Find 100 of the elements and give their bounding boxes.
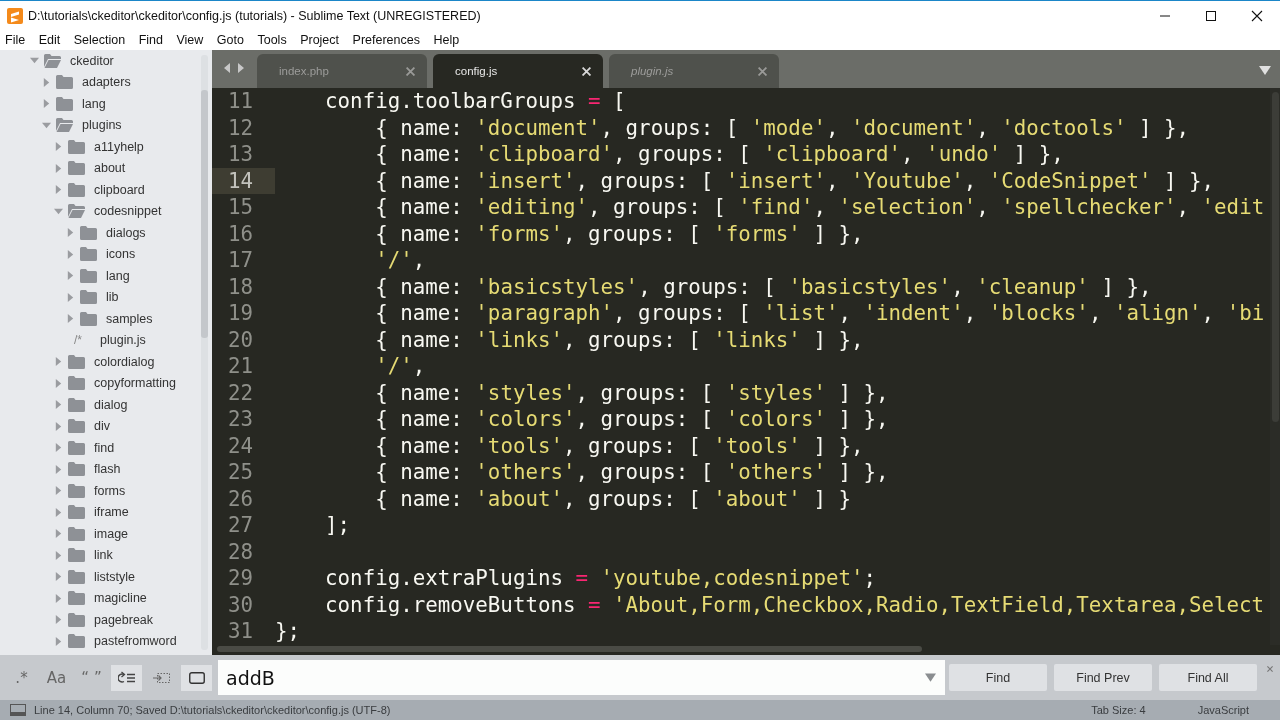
menu-item[interactable]: Help [433,33,460,47]
menu-item[interactable]: Selection [73,33,126,47]
tree-item[interactable]: codesnippet [0,200,212,222]
tree-item[interactable]: div [0,415,212,437]
menu-item[interactable]: Find [138,33,163,47]
collapsed-arrow-icon[interactable] [54,507,63,517]
open-folder-icon [56,118,73,133]
collapsed-arrow-icon[interactable] [54,400,63,410]
tree-item[interactable]: liststyle [0,566,212,588]
find-button[interactable]: Find All [1159,664,1257,691]
tree-item[interactable]: colordialog [0,351,212,373]
highlight-icon [188,671,205,684]
tab[interactable]: config.js [433,54,603,88]
folder-icon [56,75,73,90]
collapsed-arrow-icon[interactable] [66,271,75,281]
history-dropdown-button[interactable] [915,660,945,695]
tree-item[interactable]: magicline [0,587,212,609]
collapsed-arrow-icon[interactable] [54,593,63,603]
code-line: { name: 'clipboard', groups: [ 'clipboard', 'undo' ] }, [374,142,1064,167]
tree-item[interactable]: about [0,157,212,179]
tree-item[interactable]: forms [0,480,212,502]
tree-item[interactable]: icons [0,243,212,265]
collapsed-arrow-icon[interactable] [54,615,63,625]
collapsed-arrow-icon[interactable] [54,529,63,539]
find-field[interactable]: addB [218,660,915,695]
syntax-label[interactable]: JavaScript [1197,704,1249,716]
tree-item[interactable]: lang [0,93,212,115]
find-button[interactable]: Find [949,664,1047,691]
collapsed-arrow-icon[interactable] [54,163,63,173]
highlight-toggle[interactable] [181,664,212,691]
in-selection-icon [152,670,171,685]
code-line: { name: 'editing', groups: [ 'find', 'selection', 'spellchecker', 'edit [374,195,1265,220]
collapsed-arrow-icon[interactable] [54,636,63,646]
folder-icon [80,247,97,262]
wrap-toggle[interactable] [111,664,142,691]
menu-item[interactable]: Project [300,33,340,47]
menu-item[interactable]: View [176,33,204,47]
collapsed-arrow-icon[interactable] [54,443,63,453]
line-number: 28 [226,538,254,565]
collapsed-arrow-icon[interactable] [66,228,75,238]
tree-item[interactable]: find [0,437,212,459]
toggle-button[interactable]: .* [6,664,37,691]
collapsed-arrow-icon[interactable] [66,292,75,302]
find-button[interactable]: Find Prev [1054,664,1152,691]
toggle-button[interactable]: “ ” [76,664,107,691]
collapsed-arrow-icon[interactable] [54,357,63,367]
tree-item[interactable]: pastefromword [0,630,212,652]
code-line: { name: 'basicstyles', groups: [ 'basicstyles', 'cleanup' ] }, [374,274,1152,299]
expanded-arrow-icon[interactable] [54,206,63,216]
code-line: '/', [374,248,426,273]
collapsed-arrow-icon[interactable] [54,572,63,582]
expanded-arrow-icon[interactable] [42,120,51,130]
folder-icon [80,225,97,240]
collapsed-arrow-icon[interactable] [54,421,63,431]
collapsed-arrow-icon[interactable] [54,550,63,560]
collapsed-arrow-icon[interactable] [54,486,63,496]
tree-item[interactable]: adapters [0,71,212,93]
folder-icon [68,591,85,606]
tree-item[interactable]: plugins [0,114,212,136]
panel-icon[interactable] [10,704,26,716]
menu-item[interactable]: Tools [257,33,287,47]
tab-arrows-icon[interactable] [224,63,244,73]
tree-item[interactable]: link [0,544,212,566]
collapsed-arrow-icon[interactable] [54,378,63,388]
tree-item[interactable]: pagebreak [0,609,212,631]
collapsed-arrow-icon[interactable] [54,464,63,474]
line-number: 23 [226,406,254,433]
tree-item[interactable]: clipboard [0,179,212,201]
collapsed-arrow-icon[interactable] [66,249,75,259]
collapsed-arrow-icon[interactable] [54,142,63,152]
menu-item[interactable]: Edit [38,33,61,47]
tree-item[interactable]: image [0,523,212,545]
scrollbar[interactable] [201,55,208,650]
tree-item[interactable]: lib [0,286,212,308]
tree-item[interactable]: a11yhelp [0,136,212,158]
scrollbar[interactable] [1270,88,1280,645]
tree-item[interactable]: lang [0,265,212,287]
menu-item[interactable]: Preferences [352,33,420,47]
collapsed-arrow-icon[interactable] [42,99,51,109]
dropdown-icon[interactable] [1259,66,1271,75]
tree-item[interactable]: dialogs [0,222,212,244]
tab-size-label[interactable]: Tab Size: 4 [1091,704,1146,716]
tree-item[interactable]: flash [0,458,212,480]
folder-icon [68,548,85,563]
file-glyph: /* [74,333,83,348]
collapsed-arrow-icon[interactable] [66,314,75,324]
menu-item[interactable]: File [5,33,26,47]
toggle-button[interactable]: Aa [41,664,72,691]
folder-icon [68,397,85,412]
tree-item[interactable]: iframe [0,501,212,523]
tree-item[interactable]: dialog [0,394,212,416]
menu-item[interactable]: Goto [216,33,244,47]
collapsed-arrow-icon[interactable] [54,185,63,195]
tree-item[interactable]: samples [0,308,212,330]
tree-item[interactable]: /* plugin.js [0,329,212,351]
folder-icon [68,419,85,434]
tree-item[interactable]: copyformatting [0,372,212,394]
expanded-arrow-icon[interactable] [30,56,39,66]
tree-item[interactable]: ckeditor [0,50,212,72]
collapsed-arrow-icon[interactable] [42,77,51,87]
